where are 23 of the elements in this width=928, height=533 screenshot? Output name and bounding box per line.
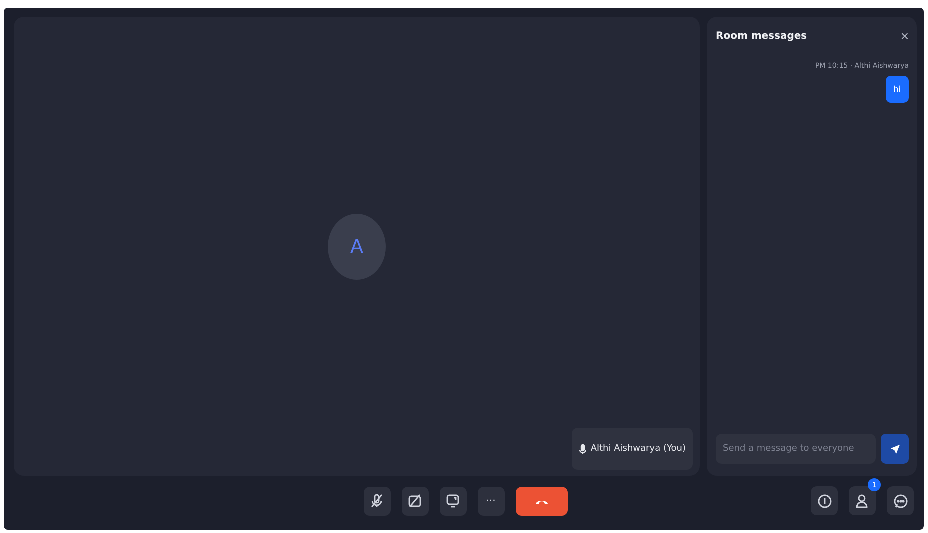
send-icon: [890, 444, 900, 454]
message-bubble: hi: [886, 76, 909, 103]
panel-title: Room messages: [716, 30, 808, 42]
close-button[interactable]: ×: [900, 28, 909, 44]
chat-icon: [892, 493, 908, 509]
avatar: A: [328, 214, 386, 280]
participants-button[interactable]: [849, 486, 876, 516]
send-button[interactable]: [881, 434, 909, 464]
camera-off-icon: [407, 493, 423, 509]
camera-button[interactable]: [402, 486, 428, 516]
mic-icon: [578, 444, 587, 454]
chat-button[interactable]: [887, 486, 914, 516]
mic-off-icon: [369, 493, 385, 509]
info-icon: [816, 493, 832, 509]
message-input[interactable]: Send a message to everyone: [716, 434, 876, 464]
mic-button[interactable]: [364, 486, 390, 516]
screen-share-icon: [445, 493, 461, 509]
hang-up-button[interactable]: [516, 486, 568, 516]
more-button[interactable]: ···: [478, 486, 504, 516]
screen-share-button[interactable]: [440, 486, 466, 516]
participant-name: Althi Aishwarya (You): [590, 444, 686, 454]
person-icon: [854, 493, 870, 509]
info-button[interactable]: [811, 486, 838, 516]
